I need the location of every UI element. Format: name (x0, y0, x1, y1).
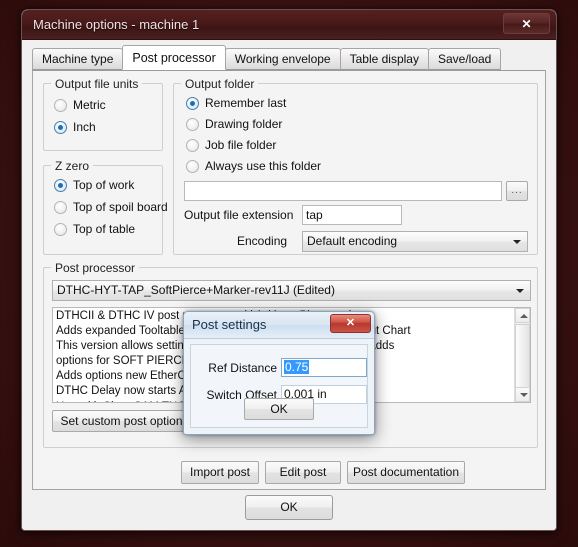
radio-drawing-folder-dot (186, 118, 199, 131)
ok-button[interactable]: OK (245, 495, 333, 520)
output-file-units-caption: Output file units (51, 77, 143, 91)
tab-post-processor[interactable]: Post processor (122, 45, 226, 70)
encoding-combobox-value: Default encoding (307, 234, 398, 248)
output-folder-caption: Output folder (181, 77, 259, 91)
radio-job-file-folder-label: Job file folder (205, 138, 277, 152)
ref-distance-label: Ref Distance (208, 361, 277, 375)
tab-machine-type[interactable]: Machine type (32, 48, 124, 70)
edit-post-button[interactable]: Edit post (265, 461, 341, 484)
output-file-extension-label: Output file extension (184, 208, 294, 222)
radio-remember-last-label: Remember last (205, 96, 287, 110)
z-zero-group: Z zero Top of work Top of spoil board To… (43, 159, 168, 255)
output-file-units-group: Output file units Metric Inch (43, 77, 163, 151)
post-settings-titlebar: Post settings ✕ (184, 312, 374, 339)
window-title: Machine options - machine 1 (33, 17, 200, 32)
scroll-up-icon[interactable] (515, 308, 530, 323)
tab-save-load[interactable]: Save/load (427, 48, 502, 70)
tab-bar: Machine type Post processor Working enve… (32, 45, 546, 71)
set-custom-post-options-button[interactable]: Set custom post options (52, 410, 197, 432)
encoding-combobox[interactable]: Default encoding (302, 231, 528, 252)
output-folder-path-input[interactable] (184, 181, 502, 201)
post-settings-body: Ref Distance 0.75 Switch Offset 0.001 in… (190, 344, 368, 428)
radio-inch-label: Inch (73, 120, 96, 134)
radio-metric-dot (54, 99, 67, 112)
post-processor-combobox-value: DTHC-HYT-TAP_SoftPierce+Marker-rev11J (E… (57, 283, 335, 297)
ref-distance-value: 0.75 (284, 360, 310, 374)
post-settings-dialog: Post settings ✕ Ref Distance 0.75 Switch… (183, 311, 375, 435)
radio-inch-dot (54, 121, 67, 134)
window-client-area: Machine type Post processor Working enve… (22, 40, 556, 530)
post-processor-caption: Post processor (51, 261, 140, 275)
radio-always-use-this-folder-label: Always use this folder (205, 159, 322, 173)
radio-always-use-this-folder-dot (186, 160, 199, 173)
output-file-extension-input[interactable]: tap (302, 205, 402, 225)
radio-top-of-work-label: Top of work (73, 178, 135, 192)
import-post-button[interactable]: Import post (181, 461, 259, 484)
encoding-label: Encoding (237, 234, 288, 248)
post-settings-title: Post settings (192, 317, 267, 332)
description-scrollbar[interactable] (514, 308, 530, 402)
radio-metric-label: Metric (73, 98, 106, 112)
window-close-button[interactable]: ✕ (503, 13, 550, 34)
post-settings-close-button[interactable]: ✕ (330, 314, 371, 333)
post-settings-ok-button[interactable]: OK (244, 398, 314, 420)
chevron-down-icon (513, 239, 521, 244)
radio-top-of-work-dot (54, 179, 67, 192)
radio-top-of-spoil-board-dot (54, 201, 67, 214)
window-titlebar: Machine options - machine 1 ✕ (22, 10, 556, 40)
output-folder-group: Output folder Remember last Drawing fold… (173, 77, 538, 255)
radio-top-of-table-label: Top of table (73, 222, 136, 236)
radio-remember-last-dot (186, 97, 199, 110)
scroll-down-icon[interactable] (515, 387, 530, 402)
tab-working-envelope[interactable]: Working envelope (224, 48, 341, 70)
chevron-down-icon (516, 288, 524, 293)
post-documentation-button[interactable]: Post documentation (347, 461, 465, 484)
radio-top-of-table-dot (54, 223, 67, 236)
ref-distance-input[interactable]: 0.75 (281, 358, 367, 377)
z-zero-caption: Z zero (51, 159, 94, 173)
dialog-button-bar: OK (32, 494, 546, 522)
radio-job-file-folder-dot (186, 139, 199, 152)
browse-folder-button[interactable]: ... (506, 181, 528, 201)
post-processor-combobox[interactable]: DTHC-HYT-TAP_SoftPierce+Marker-rev11J (E… (52, 280, 531, 301)
radio-drawing-folder-label: Drawing folder (205, 117, 283, 131)
machine-options-window: Machine options - machine 1 ✕ Machine ty… (21, 9, 557, 531)
tab-table-display[interactable]: Table display (339, 48, 429, 70)
radio-top-of-spoil-board-label: Top of spoil board (73, 200, 168, 214)
